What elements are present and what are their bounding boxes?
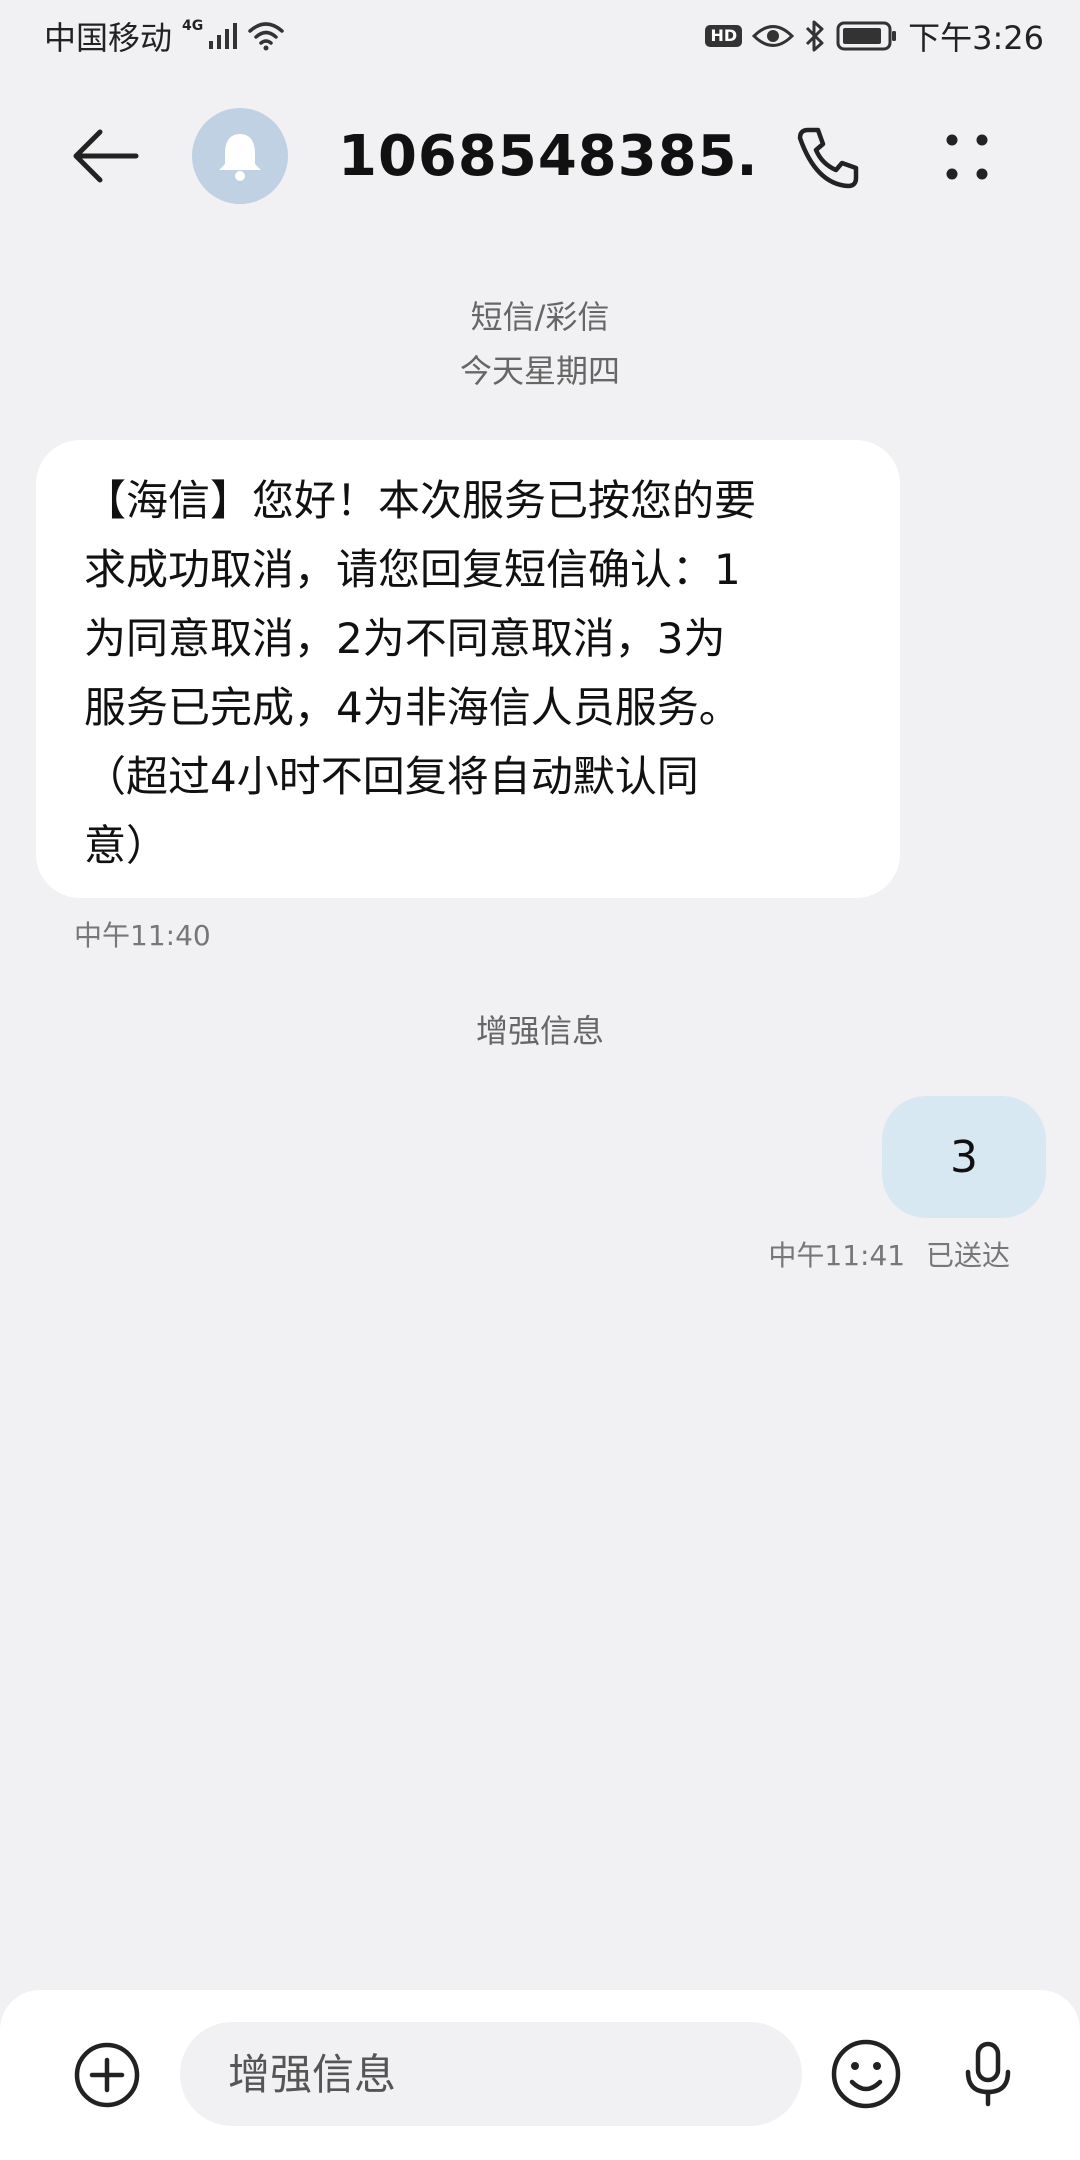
incoming-timestamp: 中午11:40 (74, 919, 211, 952)
voice-input-button[interactable] (950, 2036, 1026, 2112)
eye-comfort-icon (752, 23, 795, 49)
date-label: 今天星期四 (459, 352, 620, 390)
outgoing-timestamp: 中午11:41 (768, 1239, 906, 1272)
more-options-button[interactable] (930, 122, 1002, 194)
back-arrow-icon (73, 129, 139, 183)
outgoing-meta: 中午11:41 已送达 (768, 1234, 1010, 1274)
clock-time: 下午3:26 (908, 19, 1044, 57)
status-left: 中国移动 4G (44, 13, 285, 59)
message-line: 为同意取消，2为不同意取消，3为 (84, 614, 726, 663)
microphone-icon (965, 2041, 1011, 2107)
bell-icon (219, 134, 261, 181)
call-button[interactable] (792, 122, 864, 194)
channel-label: 短信/彩信 (470, 298, 610, 336)
plus-circle-icon (74, 2042, 140, 2108)
outgoing-message-bubble[interactable]: 3 (882, 1096, 1046, 1218)
message-line: 服务已完成，4为非海信人员服务。 (84, 683, 741, 732)
contact-avatar[interactable] (192, 108, 288, 204)
delivery-status: 已送达 (925, 1239, 1010, 1272)
status-right: HD 下午3:26 (705, 13, 1044, 59)
incoming-message-bubble[interactable]: 【海信】您好！本次服务已按您的要 求成功取消，请您回复短信确认：1 为同意取消，… (36, 440, 900, 898)
back-button[interactable] (70, 126, 140, 186)
message-line: 求成功取消，请您回复短信确认：1 (84, 545, 741, 594)
network-type: 4G (182, 18, 204, 34)
compose-bar (0, 1990, 1080, 2160)
bluetooth-icon (804, 19, 826, 53)
message-line: 意） (84, 821, 169, 870)
battery-icon (836, 21, 898, 51)
conversation-header: 1068548385… (0, 96, 1080, 216)
signal-icon (209, 23, 238, 49)
message-input[interactable] (180, 2022, 802, 2126)
hd-badge: HD (705, 25, 743, 47)
sms-conversation-screen: 中国移动 4G HD 下午3:26 1068548385… 短信/彩信 今天星期… (0, 0, 1080, 2160)
message-line: 【海信】您好！本次服务已按您的要 (84, 476, 757, 525)
message-line: （超过4小时不回复将自动默认同 (84, 752, 699, 801)
divider-label: 增强信息 (475, 1012, 604, 1050)
add-attachment-button[interactable] (72, 2040, 142, 2110)
wifi-icon (247, 21, 285, 51)
outgoing-message-text: 3 (950, 1131, 978, 1183)
contact-number[interactable]: 1068548385… (338, 124, 758, 189)
phone-icon (797, 127, 859, 189)
status-bar: 中国移动 4G HD 下午3:26 (0, 0, 1080, 72)
smiley-icon (831, 2039, 901, 2109)
more-dots-icon (946, 134, 988, 180)
emoji-button[interactable] (828, 2036, 904, 2112)
carrier-name: 中国移动 (44, 19, 173, 57)
